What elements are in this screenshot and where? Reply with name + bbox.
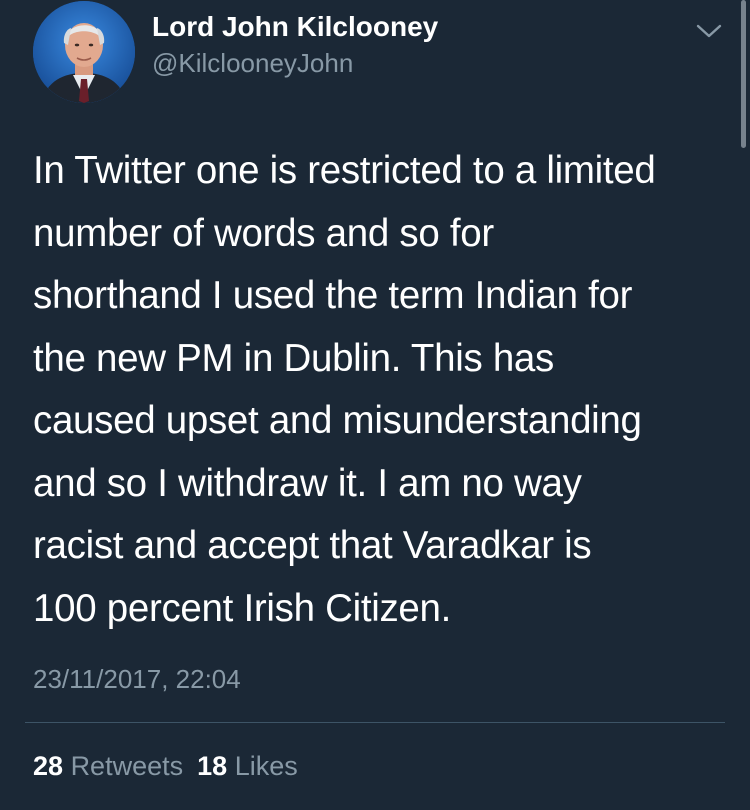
divider [25, 722, 725, 723]
likes-count: 18 [197, 751, 228, 781]
retweets-label: Retweets [70, 751, 184, 781]
scrollbar[interactable] [741, 0, 746, 148]
likes-label: Likes [234, 751, 298, 781]
tweet-text: In Twitter one is restricted to a limite… [33, 140, 723, 640]
tweet-line: caused upset and misunderstanding [33, 399, 642, 442]
tweet-line: number of words and so for [33, 211, 494, 255]
tweet-line: 100 percent Irish Citizen. [33, 586, 452, 630]
retweets-count: 28 [33, 751, 64, 781]
tweet-line: shorthand I used the term Indian for [33, 274, 633, 317]
chevron-down-icon[interactable] [693, 16, 725, 44]
author-name[interactable]: Lord John Kilclooney [152, 11, 438, 43]
tweet-line: In Twitter one is restricted to a limite… [33, 149, 656, 192]
tweet-line: and so I withdraw it. I am no way [33, 461, 582, 505]
tweet-stats: 28 Retweets 18 Likes [33, 751, 298, 782]
likes-stat[interactable]: 18 Likes [197, 751, 298, 781]
tweet-line: racist and accept that Varadkar is [33, 524, 592, 567]
avatar[interactable] [33, 1, 135, 103]
tweet-timestamp[interactable]: 23/11/2017, 22:04 [33, 664, 241, 695]
tweet-line: the new PM in Dublin. This has [33, 336, 554, 380]
author-handle[interactable]: @KilclooneyJohn [152, 48, 353, 79]
retweets-stat[interactable]: 28 Retweets [33, 751, 183, 781]
